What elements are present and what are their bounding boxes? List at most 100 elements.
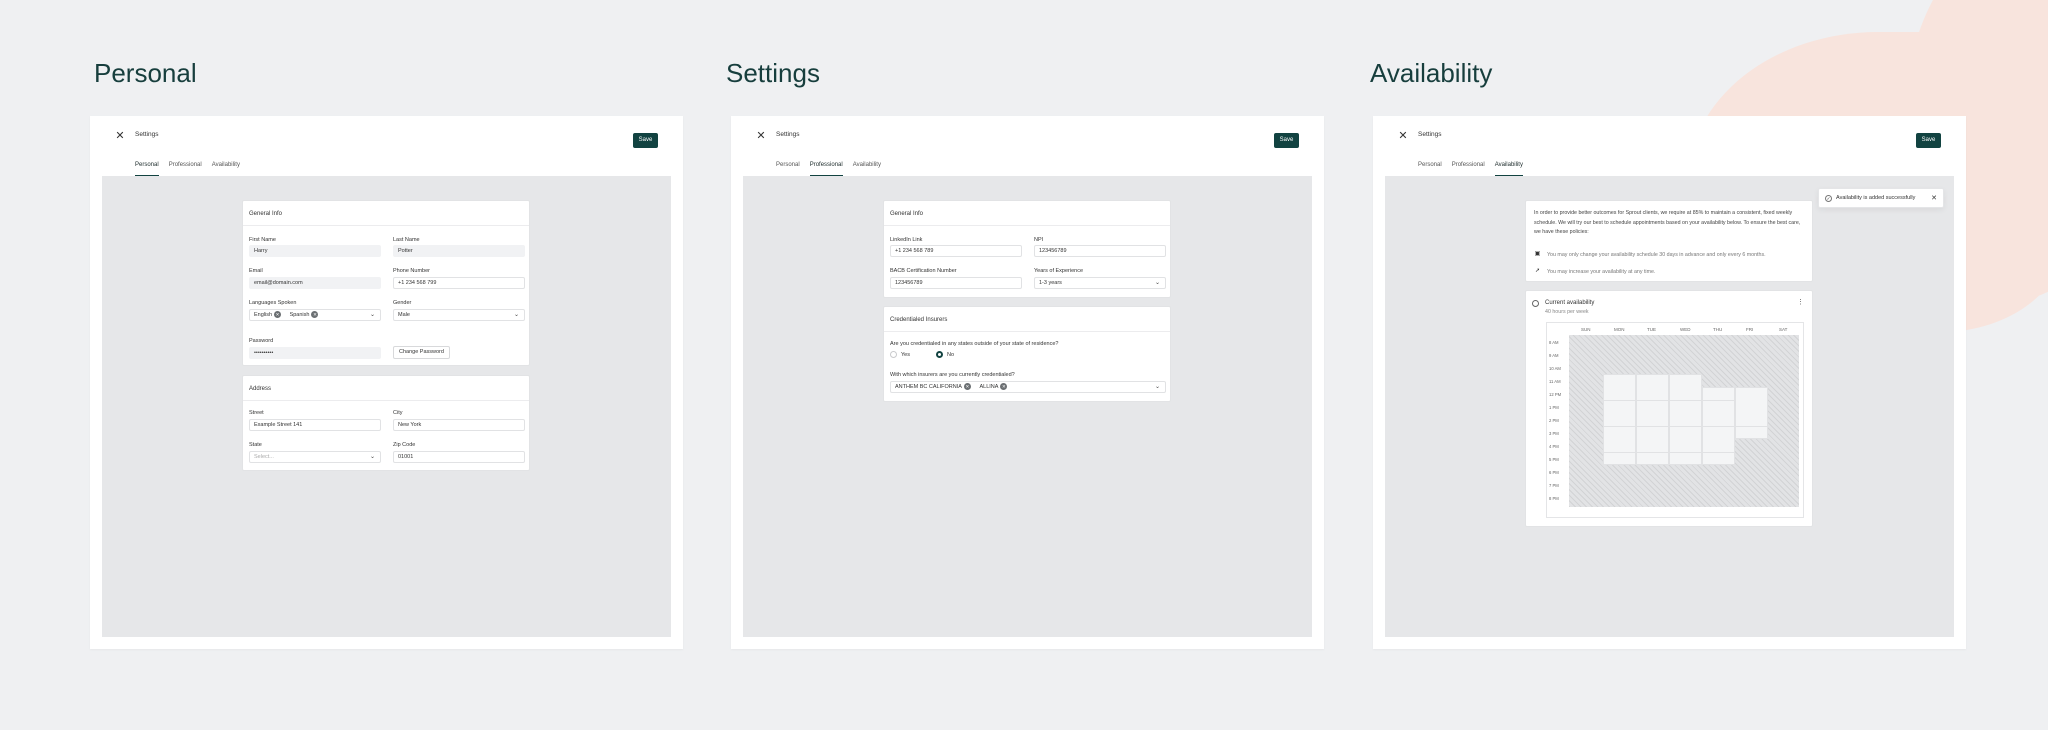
chip-remove-icon[interactable]: ✕ <box>311 311 319 319</box>
frame-personal: ✕ Settings Save Personal Professional Av… <box>90 116 683 649</box>
npi-label: NPI <box>1034 237 1044 243</box>
card-title: Credentialed Insurers <box>890 317 948 323</box>
linkedin-field[interactable]: +1 234 568 789 <box>890 245 1022 257</box>
divider <box>243 400 529 401</box>
password-label: Password <box>249 338 274 344</box>
day-header: MON <box>1614 327 1625 332</box>
chip-remove-icon[interactable]: ✕ <box>963 383 971 391</box>
day-header: SUN <box>1581 327 1591 332</box>
first-name-field[interactable]: Harry <box>249 245 381 257</box>
policy-item: ➚ You may increase your availability at a… <box>1534 268 1656 275</box>
radio-no[interactable]: No <box>936 351 954 358</box>
save-button[interactable]: Save <box>633 133 658 148</box>
city-field[interactable]: New York <box>393 419 525 431</box>
gender-label: Gender <box>393 300 412 306</box>
close-icon[interactable]: ✕ <box>755 130 767 142</box>
tab-availability[interactable]: Availability <box>853 162 881 176</box>
content-area: General Info LinkedIn Link +1 234 568 78… <box>743 176 1312 637</box>
clock-icon <box>1532 300 1539 307</box>
npi-field[interactable]: 123456789 <box>1034 245 1166 257</box>
card-title: General Info <box>890 211 924 217</box>
tab-professional[interactable]: Professional <box>169 162 202 176</box>
experience-value: 1-3 years <box>1039 280 1062 286</box>
divider <box>243 225 529 226</box>
radio-yes[interactable]: Yes <box>890 351 910 358</box>
gender-select[interactable]: Male ⌄ <box>393 309 525 321</box>
bacb-field[interactable]: 123456789 <box>890 277 1022 289</box>
day-header: THU <box>1713 327 1723 332</box>
toast-text: Availability is added successfully <box>1836 195 1916 201</box>
section-title-availability: Availability <box>1370 58 1493 88</box>
close-icon[interactable]: ✕ <box>1931 194 1937 202</box>
current-availability-hours: 40 hours per week <box>1545 309 1589 315</box>
chip-remove-icon[interactable]: ✕ <box>1000 383 1008 391</box>
insurer-chip: ANTHEM BC CALIFORNIA ✕ <box>895 383 971 391</box>
last-name-field[interactable]: Potter <box>393 245 525 257</box>
phone-field[interactable]: +1 234 568 799 <box>393 277 525 289</box>
tab-professional[interactable]: Professional <box>809 162 843 176</box>
email-field[interactable]: email@domain.com <box>249 277 381 289</box>
time-label: 4 PM <box>1549 444 1559 449</box>
general-info-card: General Info LinkedIn Link +1 234 568 78… <box>883 200 1171 298</box>
save-button[interactable]: Save <box>1916 133 1941 148</box>
last-name-label: Last Name <box>393 237 420 243</box>
time-label: 12 PM <box>1549 392 1562 397</box>
time-label: 8 PM <box>1549 496 1559 501</box>
save-button[interactable]: Save <box>1274 133 1299 148</box>
zip-label: Zip Code <box>393 442 416 448</box>
experience-label: Years of Experience <box>1034 268 1084 274</box>
topbar-title: Settings <box>135 131 159 138</box>
time-label: 9 AM <box>1549 353 1559 358</box>
close-icon[interactable]: ✕ <box>1397 130 1409 142</box>
available-block[interactable] <box>1735 387 1768 439</box>
grid-line <box>1603 400 1735 401</box>
insurers-select[interactable]: ANTHEM BC CALIFORNIA ✕ ALLINA ✕ ⌄ <box>890 381 1166 393</box>
out-of-state-question: Are you credentialed in any states outsi… <box>890 341 1059 347</box>
tab-bar: Personal Professional Availability <box>1418 162 1524 176</box>
experience-select[interactable]: 1-3 years ⌄ <box>1034 277 1166 289</box>
topbar-title: Settings <box>1418 131 1442 138</box>
topbar-title: Settings <box>776 131 800 138</box>
content-area: In order to provide better outcomes for … <box>1385 176 1954 637</box>
radio-circle-selected <box>936 351 943 358</box>
language-chip: Spanish ✕ <box>289 311 319 319</box>
availability-grid[interactable]: SUN MON TUE WED THU FRI SAT 8 AM 9 AM 10… <box>1546 322 1804 518</box>
state-select[interactable]: Select... ⌄ <box>249 451 381 463</box>
day-header: TUE <box>1647 327 1656 332</box>
policy-intro: In order to provide better outcomes for … <box>1534 210 1801 235</box>
street-field[interactable]: Example Street 141 <box>249 419 381 431</box>
time-label: 5 PM <box>1549 457 1559 462</box>
chevron-down-icon: ⌄ <box>513 312 519 318</box>
state-placeholder: Select... <box>254 454 274 460</box>
tab-availability[interactable]: Availability <box>212 162 240 176</box>
arrow-icon: ➚ <box>1534 268 1541 274</box>
chip-remove-icon[interactable]: ✕ <box>274 311 282 319</box>
password-field[interactable]: •••••••••• <box>249 347 381 359</box>
tab-professional[interactable]: Professional <box>1452 162 1485 176</box>
tab-availability[interactable]: Availability <box>1494 162 1524 176</box>
linkedin-label: LinkedIn Link <box>890 237 923 243</box>
check-circle-icon: ✓ <box>1825 195 1832 202</box>
content-area: General Info First Name Harry Last Name … <box>102 176 671 637</box>
day-header: WED <box>1680 327 1691 332</box>
zip-field[interactable]: 01001 <box>393 451 525 463</box>
gender-value: Male <box>398 312 410 318</box>
tab-personal[interactable]: Personal <box>135 162 159 176</box>
change-password-button[interactable]: Change Password <box>393 346 450 359</box>
tab-personal[interactable]: Personal <box>1418 162 1442 176</box>
day-header: FRI <box>1746 327 1754 332</box>
phone-label: Phone Number <box>393 268 430 274</box>
frame-availability: ✕ Settings Save Personal Professional Av… <box>1373 116 1966 649</box>
tab-personal[interactable]: Personal <box>776 162 800 176</box>
close-icon[interactable]: ✕ <box>114 130 126 142</box>
time-label: 6 PM <box>1549 470 1559 475</box>
kebab-icon[interactable]: ⋮ <box>1797 298 1804 306</box>
bacb-label: BACB Certification Number <box>890 268 957 274</box>
day-header: SAT <box>1779 327 1788 332</box>
divider <box>884 331 1170 332</box>
languages-select[interactable]: English ✕ Spanish ✕ ⌄ <box>249 309 381 321</box>
radio-circle <box>890 351 897 358</box>
divider <box>884 225 1170 226</box>
grid-line <box>1603 452 1735 453</box>
time-label: 3 PM <box>1549 431 1559 436</box>
